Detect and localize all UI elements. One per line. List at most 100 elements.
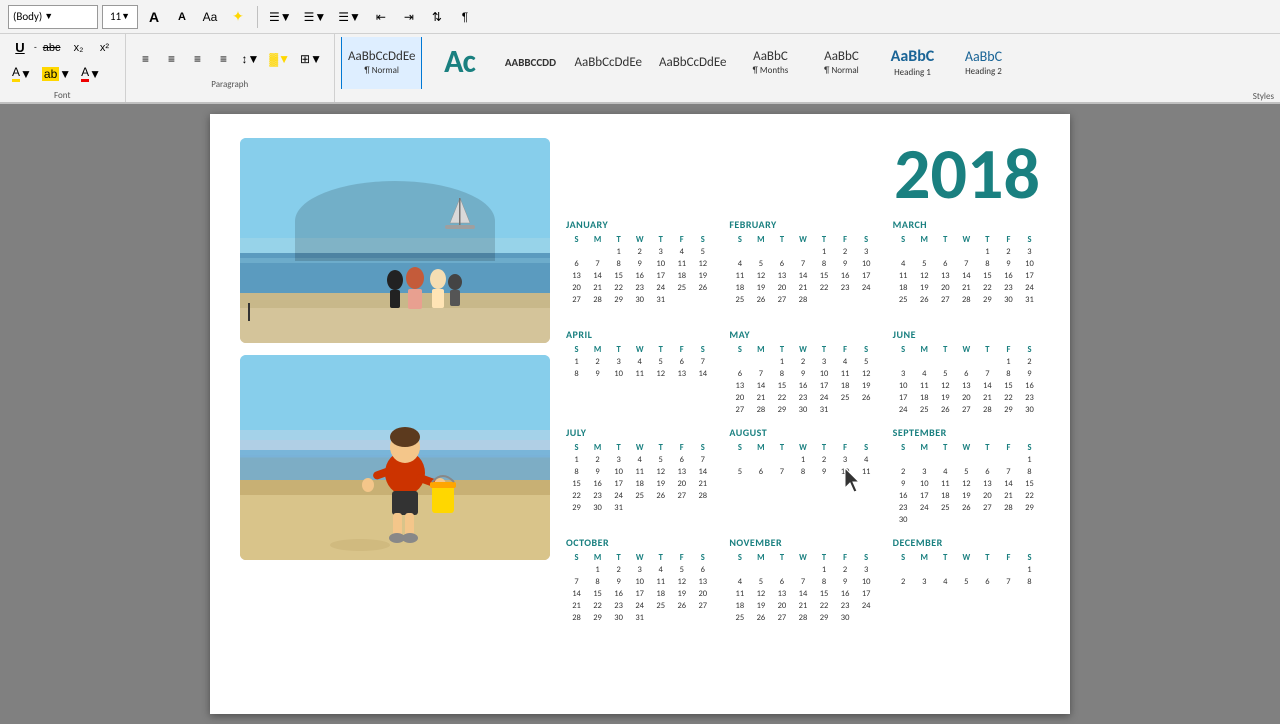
superscript-button[interactable]: x² [93,36,117,60]
cal-day: . [977,454,998,466]
font-size-selector[interactable]: 11 ▼ [102,5,138,29]
cal-day: 21 [998,490,1019,502]
cal-day: 10 [629,576,650,588]
cal-day: . [998,454,1019,466]
subscript-button[interactable]: x₂ [67,36,91,60]
cal-day: 8 [977,258,998,270]
cal-day: 21 [956,282,977,294]
cal-day: 7 [587,258,608,270]
numbered-list-button[interactable]: ☰▼ [300,5,331,29]
font-case-button[interactable]: Aa [198,5,222,29]
justify-button[interactable]: ≡ [212,47,236,71]
cal-day: 30 [792,404,813,416]
style-heading2[interactable]: AaBbC Heading 2 [949,37,1017,89]
style-heading1-b[interactable]: AaBbCcDdEe [652,37,734,89]
cal-day: . [729,246,750,258]
cal-day: . [650,612,671,624]
month-name: DECEMBER [893,536,1040,549]
cal-header: S [692,442,713,454]
borders-button[interactable]: ⊞▼ [296,47,326,71]
style-normal2[interactable]: AaBbC ¶ Normal [807,37,875,89]
cal-day: . [566,564,587,576]
align-left-button[interactable]: ≡ [134,47,158,71]
cal-day: . [1019,514,1040,526]
line-spacing-button[interactable]: ↕▼ [238,47,264,71]
text-color-button[interactable]: A▼ [77,62,105,86]
style-ac[interactable]: Ac [425,37,493,89]
month-name: APRIL [566,328,713,341]
cal-day: 4 [729,258,750,270]
strikethrough-button[interactable]: abc [39,36,65,60]
font-name-selector[interactable]: (Body) ▼ [8,5,98,29]
cal-day: . [856,404,877,416]
bullet-list-button[interactable]: ☰▼ [265,5,296,29]
cal-day: 29 [566,502,587,514]
cal-day: 4 [629,356,650,368]
cal-day: 8 [587,576,608,588]
cal-day: 23 [998,282,1019,294]
clear-formatting-button[interactable]: ✦ [226,5,250,29]
cal-day: 2 [835,246,856,258]
cal-day: 10 [856,258,877,270]
cal-header: M [914,234,935,246]
cal-day: 17 [893,392,914,404]
cal-day: 11 [629,368,650,380]
cal-day: . [566,306,587,318]
cal-day: . [729,454,750,466]
highlight-button[interactable]: ab▼ [38,62,75,86]
align-center-button[interactable]: ≡ [160,47,184,71]
cal-day: 3 [914,576,935,588]
cal-day: . [750,246,771,258]
decrease-indent-button[interactable]: ⇤ [369,5,393,29]
cal-day: 9 [998,258,1019,270]
multilevel-list-button[interactable]: ☰▼ [334,5,365,29]
cal-day: 8 [1019,466,1040,478]
cal-day: 9 [608,576,629,588]
cal-day: 3 [814,356,835,368]
cal-day: . [671,612,692,624]
style-normal[interactable]: AaBbCcDdEe ¶ Normal [341,37,423,89]
font-color-button[interactable]: A▼ [8,62,36,86]
cal-day: 8 [998,368,1019,380]
cal-day: 3 [1019,246,1040,258]
cal-day: . [956,564,977,576]
styles-group-label: Styles [1253,91,1274,102]
cal-day: . [750,454,771,466]
cal-day: 27 [935,294,956,306]
cal-header: F [835,234,856,246]
style-heading1[interactable]: AaBbC Heading 1 [878,37,946,89]
month-name: JULY [566,426,713,439]
cal-day: 4 [935,576,956,588]
cal-day: 5 [671,564,692,576]
show-formatting-button[interactable]: ¶ [453,5,477,29]
cal-grid: SMTWTFS.....1234567891011121314151617181… [893,344,1040,416]
style-months[interactable]: AaBbC ¶ Months [736,37,804,89]
cal-day: 4 [914,368,935,380]
cal-day: 17 [914,490,935,502]
cal-day: 27 [956,404,977,416]
cal-day: 18 [729,600,750,612]
cal-header: T [771,344,792,356]
style-heading1-a[interactable]: AaBbCcDdEe [567,37,649,89]
style-no-spacing[interactable]: AABBCCDD [496,37,564,89]
align-right-button[interactable]: ≡ [186,47,210,71]
cal-day: 6 [671,356,692,368]
cal-day: 28 [977,404,998,416]
cal-day: 23 [587,490,608,502]
cal-day: . [956,514,977,526]
cal-day: 31 [629,612,650,624]
shading-button[interactable]: ▓▼ [265,47,294,71]
cal-day: . [729,564,750,576]
cal-day: 18 [650,588,671,600]
month-block-december: DECEMBERSMTWTFS......12345678 [893,536,1040,624]
cal-day: 2 [998,246,1019,258]
font-grow-button[interactable]: A [142,5,166,29]
increase-indent-button[interactable]: ⇥ [397,5,421,29]
cal-header: F [835,442,856,454]
bold-button[interactable]: U [8,36,32,60]
cal-day: 7 [977,368,998,380]
font-shrink-button[interactable]: A [170,5,194,29]
cal-day: 10 [608,466,629,478]
sort-button[interactable]: ⇅ [425,5,449,29]
cal-day: 6 [750,466,771,478]
